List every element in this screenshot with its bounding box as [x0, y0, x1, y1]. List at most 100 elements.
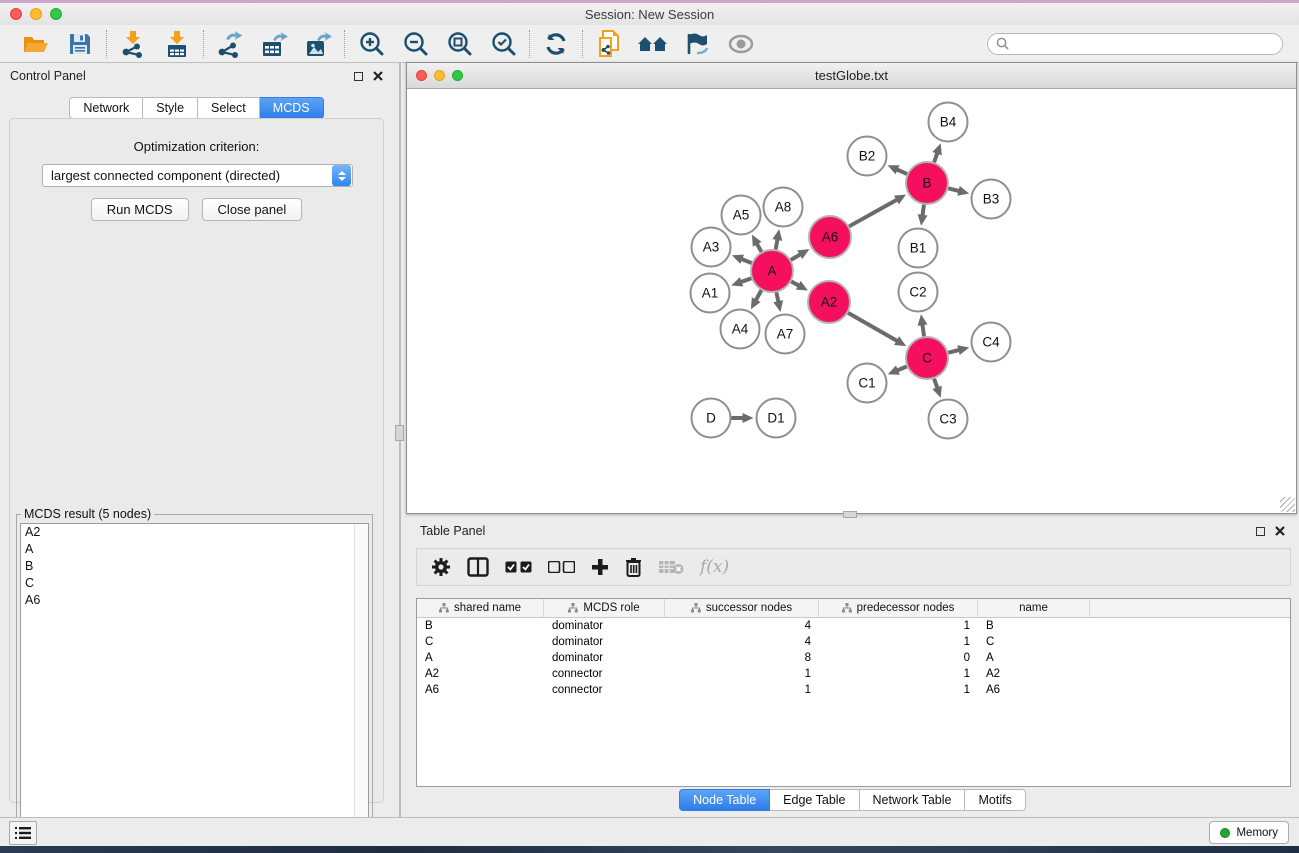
close-panel-button[interactable]: Close panel	[202, 198, 303, 221]
edge-C-C4[interactable]	[949, 350, 958, 352]
table-cell[interactable]: 4	[665, 636, 819, 648]
table-row[interactable]: A6connector11A6	[417, 682, 1290, 698]
tab-network[interactable]: Network	[69, 97, 143, 119]
delete-table-button[interactable]	[658, 559, 684, 575]
export-image-button[interactable]	[301, 29, 335, 59]
edge-A6-B[interactable]	[850, 200, 896, 226]
search-input[interactable]	[1014, 37, 1274, 51]
table-cell[interactable]: B	[417, 620, 544, 632]
tab-edge-table[interactable]: Edge Table	[770, 789, 859, 811]
table-cell[interactable]: dominator	[544, 636, 665, 648]
column-header-name[interactable]: name	[978, 599, 1090, 617]
node-D[interactable]: D	[692, 399, 731, 438]
node-A4[interactable]: A4	[721, 310, 760, 349]
select-all-button[interactable]	[505, 561, 532, 573]
edge-B-B1[interactable]	[923, 206, 924, 215]
zoom-out-button[interactable]	[398, 29, 432, 59]
node-B1[interactable]: B1	[899, 229, 938, 268]
edge-C-C1[interactable]	[898, 367, 906, 370]
table-cell[interactable]: C	[417, 636, 544, 648]
edge-C-C2[interactable]	[923, 325, 924, 335]
node-B[interactable]: B	[906, 162, 948, 204]
session-share-button[interactable]	[592, 29, 626, 59]
memory-button[interactable]: Memory	[1209, 821, 1289, 844]
eye-button[interactable]	[724, 29, 758, 59]
table-cell[interactable]: 1	[819, 668, 978, 680]
table-cell[interactable]: 4	[665, 620, 819, 632]
float-table-panel-icon[interactable]	[1256, 527, 1265, 536]
table-cell[interactable]: A2	[978, 668, 1090, 680]
deselect-all-button[interactable]	[548, 561, 575, 573]
table-cell[interactable]: 1	[665, 684, 819, 696]
delete-column-button[interactable]	[625, 557, 642, 577]
run-mcds-button[interactable]: Run MCDS	[91, 198, 189, 221]
edge-A2-C[interactable]	[849, 313, 897, 340]
import-network-button[interactable]	[116, 29, 150, 59]
search-field[interactable]	[987, 33, 1283, 55]
edge-A-A6[interactable]	[792, 255, 800, 260]
node-A7[interactable]: A7	[766, 315, 805, 354]
table-cell[interactable]: dominator	[544, 620, 665, 632]
network-canvas[interactable]: AA1A3A5A8A4A7A6A2BB1B2B3B4CC1C2C3C4DD1	[407, 89, 1296, 513]
refresh-button[interactable]	[539, 29, 573, 59]
task-history-button[interactable]	[9, 821, 37, 845]
window-resize-grip[interactable]	[1280, 497, 1295, 512]
tab-style[interactable]: Style	[143, 97, 198, 119]
table-cell[interactable]: 1	[819, 684, 978, 696]
network-home-button[interactable]	[636, 29, 670, 59]
table-cell[interactable]: dominator	[544, 652, 665, 664]
edge-A-A7[interactable]	[777, 294, 779, 302]
close-table-panel-icon[interactable]	[1275, 526, 1285, 536]
edge-A-A1[interactable]	[742, 279, 751, 282]
result-item[interactable]: A2	[21, 524, 368, 541]
tab-network-table[interactable]: Network Table	[860, 789, 966, 811]
result-scrollbar[interactable]	[354, 524, 368, 847]
table-cell[interactable]: A6	[978, 684, 1090, 696]
table-cell[interactable]: A2	[417, 668, 544, 680]
close-panel-icon[interactable]	[373, 71, 383, 81]
result-item[interactable]: B	[21, 558, 368, 575]
mcds-result-list[interactable]: A2ABCA6	[20, 523, 369, 848]
table-cell[interactable]: 1	[665, 668, 819, 680]
node-D1[interactable]: D1	[757, 399, 796, 438]
result-item[interactable]: A	[21, 541, 368, 558]
node-A8[interactable]: A8	[764, 188, 803, 227]
export-network-button[interactable]	[213, 29, 247, 59]
edge-A-A2[interactable]	[792, 282, 798, 285]
toggle-visibility-button[interactable]	[680, 29, 714, 59]
node-C4[interactable]: C4	[972, 323, 1011, 362]
node-C[interactable]: C	[906, 337, 948, 379]
table-cell[interactable]: 1	[819, 620, 978, 632]
criterion-select[interactable]: largest connected component (directed)	[42, 164, 353, 187]
table-row[interactable]: Adominator80A	[417, 650, 1290, 666]
table-cell[interactable]: 1	[819, 636, 978, 648]
export-table-button[interactable]	[257, 29, 291, 59]
horizontal-splitter-grip[interactable]	[843, 511, 857, 518]
node-B3[interactable]: B3	[972, 180, 1011, 219]
column-header-shared-name[interactable]: shared name	[417, 599, 544, 617]
zoom-selected-button[interactable]	[486, 29, 520, 59]
table-cell[interactable]: A	[978, 652, 1090, 664]
table-cell[interactable]: A	[417, 652, 544, 664]
column-header-MCDS-role[interactable]: MCDS role	[544, 599, 665, 617]
function-builder-button[interactable]: f(x)	[700, 557, 729, 577]
table-cell[interactable]: connector	[544, 684, 665, 696]
edge-C-C3[interactable]	[934, 380, 937, 388]
table-cell[interactable]: 8	[665, 652, 819, 664]
table-row[interactable]: Cdominator41C	[417, 634, 1290, 650]
edge-B-B2[interactable]	[898, 170, 906, 174]
edge-A-A4[interactable]	[756, 291, 761, 300]
edge-A-A8[interactable]	[776, 240, 777, 248]
tab-mcds[interactable]: MCDS	[260, 97, 324, 119]
tab-select[interactable]: Select	[198, 97, 260, 119]
table-settings-button[interactable]	[431, 557, 451, 577]
table-cell[interactable]: connector	[544, 668, 665, 680]
table-cell[interactable]: C	[978, 636, 1090, 648]
vertical-splitter-grip[interactable]	[395, 425, 404, 441]
node-C2[interactable]: C2	[899, 273, 938, 312]
save-session-button[interactable]	[63, 29, 97, 59]
node-B4[interactable]: B4	[929, 103, 968, 142]
node-A5[interactable]: A5	[722, 196, 761, 235]
table-cell[interactable]: A6	[417, 684, 544, 696]
zoom-in-button[interactable]	[354, 29, 388, 59]
